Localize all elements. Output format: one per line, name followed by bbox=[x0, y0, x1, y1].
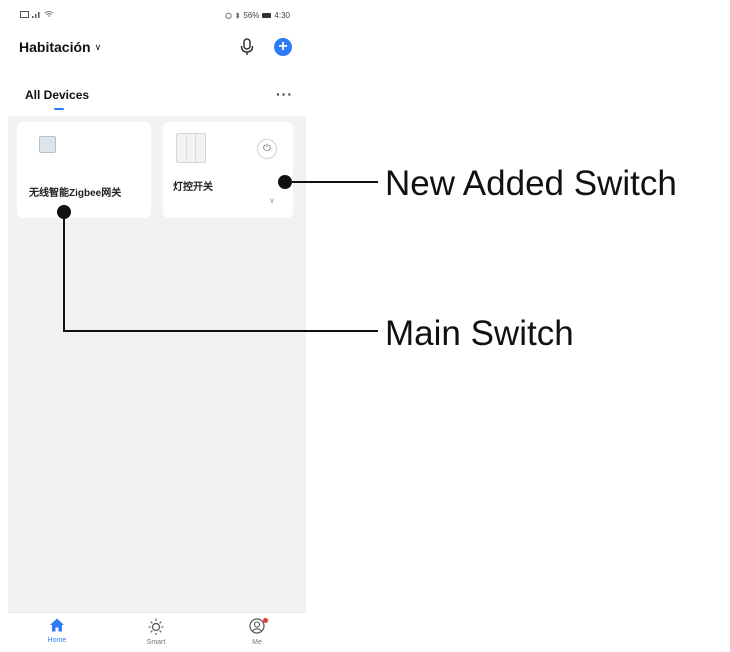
main-switch-leader bbox=[63, 212, 378, 332]
new-switch-marker bbox=[278, 175, 292, 189]
new-added-switch-label: New Added Switch bbox=[385, 164, 677, 203]
callout-lines bbox=[57, 175, 378, 332]
main-switch-label: Main Switch bbox=[385, 314, 574, 353]
main-switch-marker bbox=[57, 205, 71, 219]
